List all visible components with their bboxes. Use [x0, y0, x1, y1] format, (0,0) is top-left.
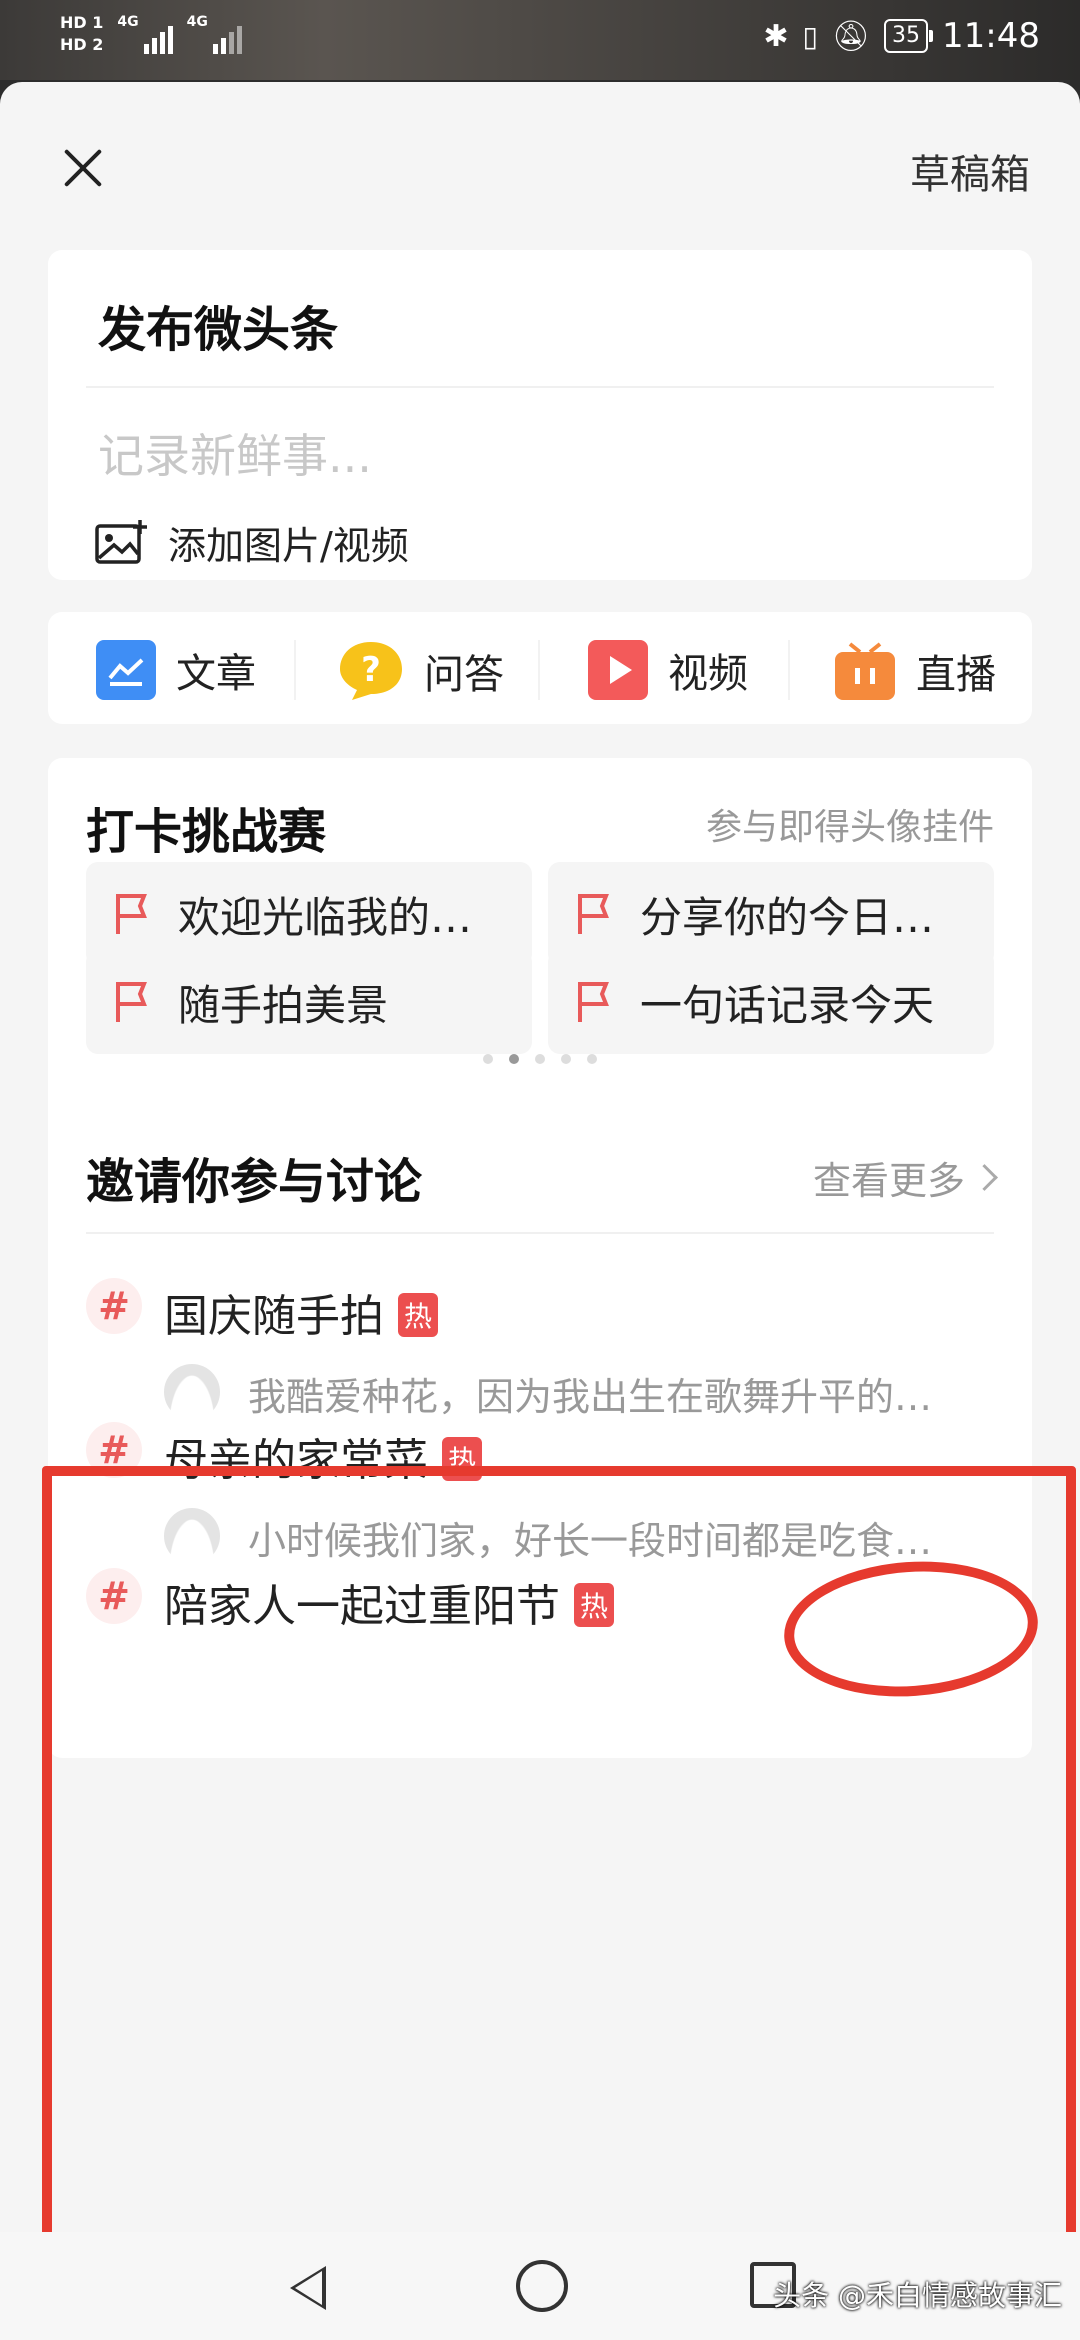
- mute-icon: 🔕︎: [831, 18, 871, 54]
- qa-icon: ?: [340, 642, 402, 700]
- avatar: [164, 1364, 220, 1420]
- signal-icon: 4G: [117, 14, 173, 54]
- topic-desc: 我酷爱种花，因为我出生在歌舞升平的…: [248, 1375, 933, 1419]
- type-live-button[interactable]: 直播: [834, 640, 996, 702]
- flag-icon: [578, 982, 609, 1022]
- post-type-bar: 文章 ? 问答 视频 直播: [48, 612, 1032, 724]
- network-type-2: 4G: [186, 14, 208, 30]
- challenge-chip[interactable]: 随手拍美景: [86, 950, 532, 1054]
- divider: [294, 640, 296, 700]
- flag-icon: [116, 894, 147, 934]
- flag-icon: [116, 982, 147, 1022]
- challenge-chip[interactable]: 一句话记录今天: [548, 950, 994, 1054]
- add-image-icon: [95, 519, 147, 564]
- divider: [788, 640, 790, 700]
- svg-text:?: ?: [361, 650, 381, 690]
- status-bar: HD 1 HD 2 4G 4G ✱ ▯ 🔕︎ 35 11:48: [0, 0, 1080, 80]
- page-indicator: [48, 1054, 1032, 1064]
- challenge-card: 打卡挑战赛 参与即得头像挂件 欢迎光临我的… 分享你的今日… 随手拍美景 一句话…: [48, 758, 1032, 1758]
- flag-icon: [578, 894, 609, 934]
- topic-title: 国庆随手拍: [164, 1291, 384, 1342]
- challenge-chip-label: 欢迎光临我的…: [178, 892, 473, 942]
- page-dot: [587, 1054, 597, 1064]
- network-type-1: 4G: [117, 14, 139, 30]
- discussion-title: 邀请你参与讨论: [86, 1154, 423, 1210]
- bluetooth-icon: ✱: [763, 18, 789, 54]
- challenge-subtitle: 参与即得头像挂件: [705, 807, 994, 848]
- live-icon: [835, 642, 895, 700]
- home-icon[interactable]: [516, 2260, 568, 2312]
- type-label: 问答: [424, 652, 504, 698]
- page-dot-active: [509, 1054, 519, 1064]
- type-label: 直播: [916, 652, 996, 698]
- vibrate-icon: ▯: [802, 19, 818, 53]
- publish-sheet: 草稿箱 发布微头条 记录新鲜事... 添加图片/视频 文章 ? 问答 视频 直播…: [0, 82, 1080, 2232]
- divider: [538, 640, 540, 700]
- video-icon: [588, 640, 648, 700]
- compose-card: 发布微头条 记录新鲜事... 添加图片/视频: [48, 250, 1032, 580]
- hot-badge: 热: [442, 1437, 483, 1481]
- page-dot: [483, 1054, 493, 1064]
- article-icon: [96, 640, 156, 700]
- topic-desc: 小时候我们家，好长一段时间都是吃食…: [248, 1519, 933, 1563]
- signal-icon-2: 4G: [187, 14, 242, 54]
- add-media-label: 添加图片/视频: [168, 524, 409, 568]
- add-media-button[interactable]: 添加图片/视频: [94, 515, 409, 570]
- hd1-indicator: HD 1: [60, 13, 104, 32]
- navigation-bar: 头条 @禾白情感故事汇: [0, 2232, 1080, 2340]
- topic-title-row: 国庆随手拍热: [164, 1280, 439, 1344]
- topic-title: 母亲的家常菜: [164, 1435, 428, 1486]
- avatar: [164, 1508, 220, 1564]
- divider: [86, 386, 994, 388]
- topic-title-row: 陪家人一起过重阳节热: [164, 1570, 615, 1634]
- see-more-label: 查看更多: [812, 1159, 965, 1203]
- type-qa-button[interactable]: ? 问答: [338, 640, 504, 702]
- watermark: 头条 @禾白情感故事汇: [773, 2279, 1062, 2312]
- chevron-right-icon: [971, 1164, 998, 1191]
- hot-badge: 热: [574, 1583, 615, 1627]
- battery-icon: 35: [884, 19, 934, 53]
- challenge-chip-label: 一句话记录今天: [640, 980, 935, 1030]
- back-icon[interactable]: [290, 2266, 326, 2310]
- hd2-indicator: HD 2: [60, 35, 104, 54]
- challenge-chip-label: 分享你的今日…: [640, 892, 935, 942]
- topic-item[interactable]: # 陪家人一起过重阳节热: [86, 1568, 994, 1768]
- see-more-link[interactable]: 查看更多: [812, 1150, 998, 1205]
- hashtag-icon: #: [86, 1422, 142, 1478]
- compose-input[interactable]: 记录新鲜事...: [98, 420, 372, 486]
- compose-title: 发布微头条: [98, 302, 339, 358]
- type-video-button[interactable]: 视频: [588, 640, 748, 700]
- page-dot: [535, 1054, 545, 1064]
- hashtag-icon: #: [86, 1278, 142, 1334]
- divider: [86, 1232, 994, 1234]
- challenge-title: 打卡挑战赛: [86, 804, 327, 860]
- challenge-chip-label: 随手拍美景: [178, 980, 389, 1030]
- type-label: 文章: [176, 651, 256, 697]
- type-label: 视频: [668, 651, 748, 697]
- close-icon[interactable]: [52, 138, 112, 198]
- topic-title-row: 母亲的家常菜热: [164, 1424, 483, 1488]
- page-dot: [561, 1054, 571, 1064]
- hot-badge: 热: [398, 1293, 439, 1337]
- drafts-button[interactable]: 草稿箱: [910, 142, 1030, 200]
- topic-title: 陪家人一起过重阳节: [164, 1581, 560, 1632]
- hashtag-icon: #: [86, 1568, 142, 1624]
- clock: 11:48: [942, 16, 1040, 56]
- type-article-button[interactable]: 文章: [96, 640, 256, 700]
